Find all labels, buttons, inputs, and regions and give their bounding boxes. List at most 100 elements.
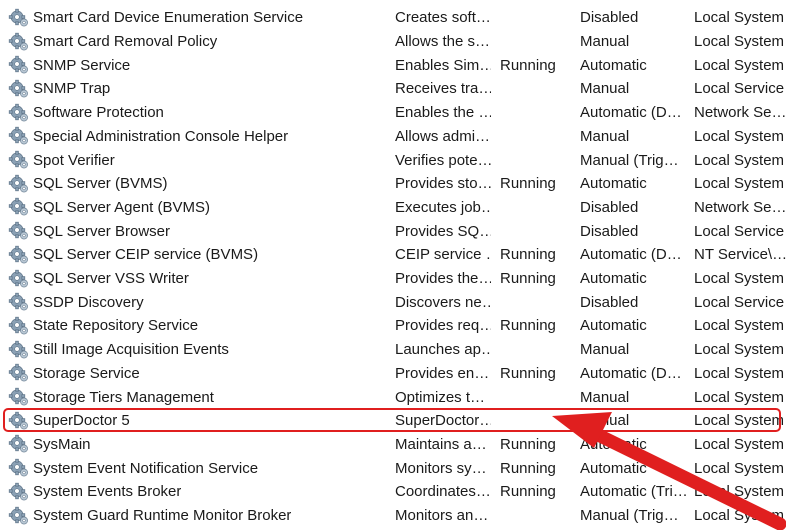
service-name: State Repository Service — [33, 317, 199, 335]
service-description: Executes job… — [395, 198, 491, 216]
gear-service-icon — [8, 8, 30, 28]
service-status: Running — [500, 435, 556, 453]
service-name: Software Protection — [33, 104, 164, 122]
gear-service-icon — [8, 245, 30, 265]
service-log-on-as: Local System — [694, 388, 785, 406]
service-name-cell: System Events Broker — [8, 480, 388, 504]
service-row[interactable]: Spot Verifier Verifies pote… Manual (Trig…… — [0, 148, 786, 172]
service-row[interactable]: Smart Card Device Enumeration Service Cre… — [0, 6, 786, 30]
service-name: System Event Notification Service — [33, 459, 259, 477]
service-description: Monitors sy… — [395, 459, 487, 477]
gear-service-icon — [8, 174, 30, 194]
service-row[interactable]: Smart Card Removal Policy Allows the s… Ma… — [0, 30, 786, 54]
service-startup-type: Automatic — [580, 317, 647, 335]
service-status — [500, 338, 575, 362]
service-log-on-as: Local System — [694, 33, 785, 51]
service-startup-type: Automatic — [580, 175, 647, 193]
service-startup-type: Disabled — [580, 293, 639, 311]
service-description: Provides sto… — [395, 175, 491, 193]
service-name-cell: State Repository Service — [8, 314, 388, 338]
service-description: Provides en… — [395, 364, 490, 382]
service-name-cell: System Guard Runtime Monitor Broker — [8, 504, 388, 528]
service-status: Running — [500, 483, 556, 501]
service-row[interactable]: SNMP Trap Receives tra… Manual Local Servic… — [0, 77, 786, 101]
service-status — [500, 290, 575, 314]
service-status — [500, 101, 575, 125]
service-description: SuperDoctor… — [395, 412, 491, 430]
service-row[interactable]: Storage Service Provides en… Running Automa… — [0, 362, 786, 386]
service-startup-type: Disabled — [580, 198, 639, 216]
service-startup-type: Automatic (D… — [580, 104, 682, 122]
service-name-cell: System Event Notification Service — [8, 456, 388, 480]
service-startup-type: Automatic — [580, 459, 647, 477]
service-description: Creates soft… — [395, 9, 491, 27]
service-description: Maintains a… — [395, 435, 487, 453]
service-name: Special Administration Console Helper — [33, 127, 289, 145]
service-log-on-as: Local System — [694, 270, 785, 288]
service-status — [500, 125, 575, 149]
service-name-cell: SNMP Trap — [8, 77, 388, 101]
service-row[interactable]: System Events Broker Coordinates… Running A… — [0, 480, 786, 504]
service-name-cell: Spot Verifier — [8, 148, 388, 172]
service-status — [500, 196, 575, 220]
service-startup-type: Manual — [580, 127, 630, 145]
service-description: Provides the… — [395, 270, 491, 288]
service-log-on-as: Local System — [694, 9, 785, 27]
service-name: Spot Verifier — [33, 151, 115, 169]
service-row[interactable]: SQL Server (BVMS) Provides sto… Running Aut… — [0, 172, 786, 196]
service-name-cell: SuperDoctor 5 — [8, 409, 388, 433]
service-row[interactable]: System Guard Runtime Monitor Broker Monit… — [0, 504, 786, 528]
service-row[interactable]: SysMain Maintains a… Running Automatic Local… — [0, 433, 786, 457]
service-name-cell: Software Protection — [8, 101, 388, 125]
service-log-on-as: Local System — [694, 175, 785, 193]
service-log-on-as: Local System — [694, 412, 785, 430]
service-description: Provides req… — [395, 317, 491, 335]
gear-service-icon — [8, 197, 30, 217]
service-description: Verifies pote… — [395, 151, 491, 169]
service-row[interactable]: SQL Server VSS Writer Provides the… Runnin… — [0, 267, 786, 291]
service-description: Receives tra… — [395, 80, 491, 98]
service-name-cell: SNMP Service — [8, 53, 388, 77]
service-name-cell: Storage Service — [8, 362, 388, 386]
service-log-on-as: Local System — [694, 151, 785, 169]
service-status — [500, 30, 575, 54]
service-log-on-as: Local System — [694, 341, 785, 359]
service-startup-type: Manual (Trig… — [580, 507, 679, 525]
service-startup-type: Manual — [580, 388, 630, 406]
service-row[interactable]: Special Administration Console Helper All… — [0, 125, 786, 149]
service-name-cell: Smart Card Removal Policy — [8, 30, 388, 54]
service-status — [500, 219, 575, 243]
service-name: SSDP Discovery — [33, 293, 144, 311]
service-startup-type: Automatic (Tri… — [580, 483, 686, 501]
service-row[interactable]: System Event Notification Service Monitor… — [0, 456, 786, 480]
service-name: Still Image Acquisition Events — [33, 341, 229, 359]
gear-service-icon — [8, 103, 30, 123]
service-status: Running — [500, 317, 556, 335]
service-name-cell: SSDP Discovery — [8, 290, 388, 314]
service-log-on-as: Local System — [694, 364, 785, 382]
service-name-cell: SysMain — [8, 433, 388, 457]
service-row[interactable]: SQL Server CEIP service (BVMS) CEIP servi… — [0, 243, 786, 267]
service-log-on-as: Local System — [694, 507, 785, 525]
service-description: Allows admi… — [395, 127, 491, 145]
service-log-on-as: Local System — [694, 435, 785, 453]
gear-service-icon — [8, 506, 30, 526]
service-row[interactable]: State Repository Service Provides req… Run… — [0, 314, 786, 338]
service-row[interactable]: SSDP Discovery Discovers ne… Disabled Local… — [0, 290, 786, 314]
service-row[interactable]: SNMP Service Enables Sim… Running Automatic… — [0, 53, 786, 77]
service-row[interactable]: SuperDoctor 5 SuperDoctor… Manual Local Sys… — [0, 409, 786, 433]
gear-service-icon — [8, 316, 30, 336]
service-row[interactable]: SQL Server Browser Provides SQ… Disabled Lo… — [0, 219, 786, 243]
service-name: SQL Server VSS Writer — [33, 270, 189, 288]
service-log-on-as: Local System — [694, 317, 785, 335]
service-startup-type: Automatic (D… — [580, 246, 682, 264]
service-log-on-as: Network Se… — [694, 104, 786, 122]
service-row[interactable]: Still Image Acquisition Events Launches a… — [0, 338, 786, 362]
service-description: Optimizes t… — [395, 388, 486, 406]
service-row[interactable]: Software Protection Enables the … Automati… — [0, 101, 786, 125]
service-status — [500, 409, 575, 433]
service-status: Running — [500, 459, 556, 477]
service-row[interactable]: Storage Tiers Management Optimizes t… Manu… — [0, 385, 786, 409]
gear-service-icon — [8, 150, 30, 170]
service-row[interactable]: SQL Server Agent (BVMS) Executes job… Disa… — [0, 196, 786, 220]
